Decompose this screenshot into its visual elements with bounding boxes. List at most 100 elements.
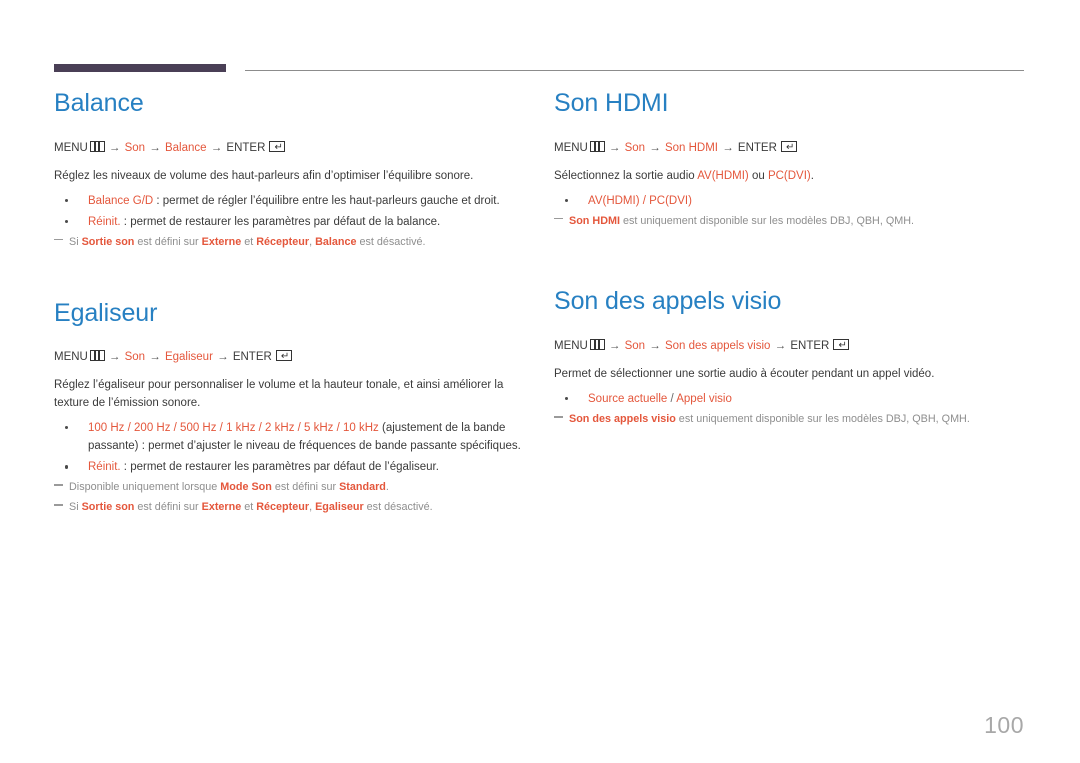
section-balance: Balance MENU → Son → Balance → ENTER ↵ Rég… (54, 89, 534, 251)
enter-return-icon: ↵ (780, 140, 797, 153)
option-reinit[interactable]: Réinit. (88, 216, 121, 228)
option-frequency-bands[interactable]: 100 Hz / 200 Hz / 500 Hz / 1 kHz / 2 kHz… (88, 422, 379, 434)
enter-label: ENTER (737, 141, 777, 154)
note-text: Si (69, 235, 82, 248)
option-appel-visio[interactable]: Appel visio (676, 393, 732, 405)
menu-grid-icon (589, 338, 605, 350)
arrow-glyph: → (722, 141, 734, 154)
intro-text-egaliseur: Réglez l’égaliseur pour personnaliser le… (54, 379, 504, 410)
note-keyword: Son HDMI (569, 214, 620, 227)
list-item: Balance G/D : permet de régler l’équilib… (54, 192, 534, 210)
note-text: Si (69, 501, 82, 514)
note-keyword: Son des appels visio (569, 413, 676, 426)
option-reinit[interactable]: Réinit. (88, 461, 121, 473)
page-header-rule (54, 64, 1024, 76)
arrow-glyph: → (210, 141, 223, 154)
option-av-hdmi-pc-dvi[interactable]: AV(HDMI) / PC(DVI) (588, 195, 692, 207)
note-text: Disponible uniquement lorsque (69, 481, 221, 494)
list-item: 100 Hz / 200 Hz / 500 Hz / 1 kHz / 2 kHz… (54, 419, 534, 455)
option-balance-gd[interactable]: Balance G/D (88, 195, 153, 207)
note-keyword: Egaliseur (315, 501, 364, 514)
page-title-son-hdmi: Son HDMI (554, 89, 669, 117)
page-number: 100 (984, 712, 1024, 738)
intro-text-son-hdmi: Sélectionnez la sortie audio AV(HDMI) ou… (554, 168, 1034, 186)
menu-grid-icon (89, 140, 105, 152)
note-text: est défini sur (134, 501, 202, 514)
intro-text-son-appels-visio: Permet de sélectionner une sortie audio … (554, 368, 935, 381)
menu-item-son-appels-visio[interactable]: Son des appels visio (665, 340, 770, 352)
bullet-list-son-hdmi: AV(HDMI) / PC(DVI) (554, 192, 1034, 210)
page-title-balance: Balance (54, 89, 144, 117)
note-text: . (385, 481, 389, 494)
menu-label: MENU (54, 351, 88, 364)
arrow-glyph: → (649, 141, 661, 154)
list-item: Réinit. : permet de restaurer les paramè… (54, 458, 534, 476)
note-keyword: Récepteur (256, 501, 310, 514)
menu-item-son[interactable]: Son (625, 340, 645, 352)
arrow-glyph: → (608, 141, 621, 154)
menu-item-balance[interactable]: Balance (165, 142, 207, 154)
right-column: Son HDMI MENU → Son → Son HDMI → ENTER ↵ S… (554, 89, 1034, 431)
intro-text: ou (748, 169, 768, 182)
arrow-glyph: → (108, 351, 121, 364)
note-keyword: Sortie son (81, 501, 135, 514)
note-text: est défini sur (134, 235, 202, 248)
note-balance-1: Si Sortie son est défini sur Externe et … (54, 234, 534, 251)
note-text: est désactivé. (363, 501, 433, 514)
option-source-actuelle[interactable]: Source actuelle (588, 393, 667, 405)
menu-item-egaliseur[interactable]: Egaliseur (165, 351, 213, 363)
note-text: est défini sur (271, 481, 340, 494)
option-description: : permet de régler l’équilibre entre les… (153, 194, 500, 207)
arrow-glyph: → (649, 339, 661, 352)
menu-label: MENU (54, 141, 88, 154)
enter-arrow-glyph: ↵ (274, 141, 283, 153)
note-son-appels-visio-1: Son des appels visio est uniquement disp… (554, 411, 1034, 428)
note-keyword: Externe (201, 235, 242, 248)
enter-arrow-glyph: ↵ (786, 141, 795, 153)
note-keyword: Externe (201, 501, 242, 514)
intro-keyword: PC(DVI) (767, 169, 811, 182)
note-text: est uniquement disponible sur les modèle… (675, 413, 970, 426)
arrow-glyph: → (608, 339, 621, 352)
menu-item-son-hdmi[interactable]: Son HDMI (665, 142, 718, 154)
option-separator: / (667, 393, 677, 406)
note-keyword: Balance (315, 235, 357, 248)
arrow-glyph: → (149, 141, 161, 154)
note-text: et (241, 235, 257, 248)
note-text: est désactivé. (356, 235, 426, 248)
enter-arrow-glyph: ↵ (838, 339, 847, 351)
menu-label: MENU (554, 339, 588, 352)
note-keyword: Récepteur (256, 235, 310, 248)
note-egaliseur-1: Disponible uniquement lorsque Mode Son e… (54, 479, 534, 496)
section-son-appels-visio: Son des appels visio MENU → Son → Son des… (554, 288, 1034, 427)
arrow-glyph: → (217, 351, 229, 364)
note-son-hdmi-1: Son HDMI est uniquement disponible sur l… (554, 213, 1034, 230)
enter-return-icon: ↵ (833, 338, 850, 351)
menu-item-son[interactable]: Son (125, 142, 145, 154)
list-item: AV(HDMI) / PC(DVI) (554, 192, 1034, 210)
menu-path-son-hdmi: MENU → Son → Son HDMI → ENTER ↵ (554, 140, 1034, 157)
enter-label: ENTER (232, 351, 272, 364)
page-title-son-appels-visio: Son des appels visio (554, 287, 782, 316)
note-egaliseur-2: Si Sortie son est défini sur Externe et … (54, 499, 534, 516)
enter-return-icon: ↵ (275, 350, 292, 363)
page-title-egaliseur: Egaliseur (54, 298, 158, 327)
list-item: Source actuelle / Appel visio (554, 390, 1034, 408)
menu-grid-icon (89, 350, 105, 362)
menu-item-son[interactable]: Son (125, 351, 145, 363)
enter-label: ENTER (226, 141, 266, 154)
bullet-list-balance: Balance G/D : permet de régler l’équilib… (54, 192, 534, 231)
note-keyword: Mode Son (220, 481, 272, 494)
option-description: : permet de restaurer les paramètres par… (120, 461, 439, 474)
note-text: est uniquement disponible sur les modèle… (619, 214, 915, 227)
menu-item-son[interactable]: Son (625, 142, 645, 154)
enter-label: ENTER (790, 339, 830, 352)
enter-arrow-glyph: ↵ (280, 351, 290, 363)
section-son-hdmi: Son HDMI MENU → Son → Son HDMI → ENTER ↵ S… (554, 89, 1034, 230)
menu-path-egaliseur: MENU → Son → Egaliseur → ENTER ↵ (54, 349, 534, 366)
arrow-glyph: → (774, 339, 787, 352)
intro-text-balance: Réglez les niveaux de volume des haut-pa… (54, 169, 474, 182)
note-keyword: Sortie son (81, 235, 135, 248)
